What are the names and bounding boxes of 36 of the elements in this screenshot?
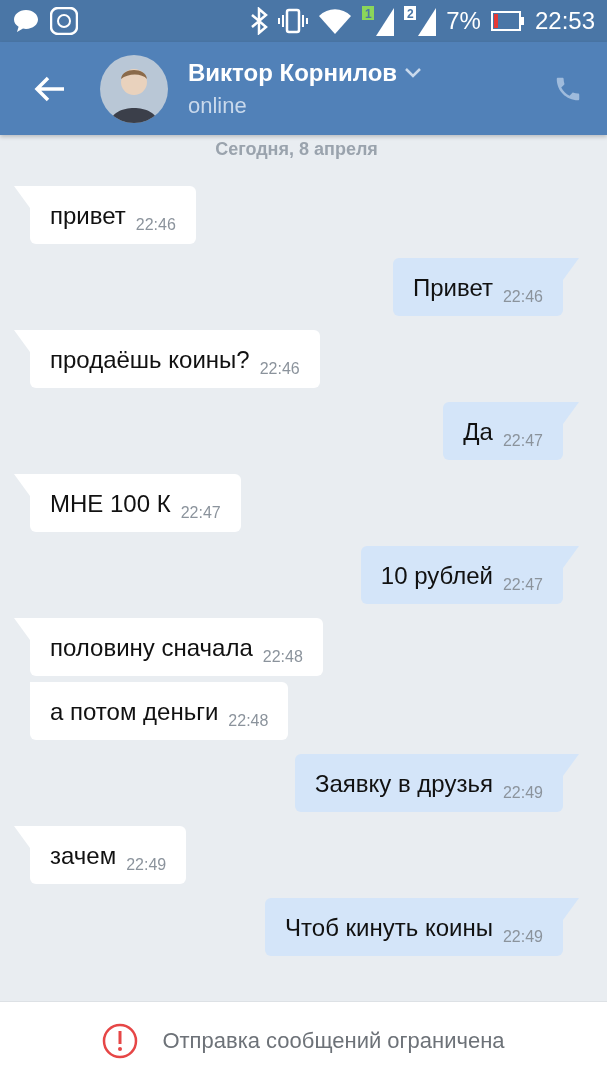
bluetooth-icon xyxy=(250,7,269,35)
warning-icon xyxy=(102,1023,139,1059)
message-text: половину сначала xyxy=(50,634,253,662)
chevron-down-icon xyxy=(405,67,422,78)
chat-icon xyxy=(12,8,40,34)
message-text: зачем xyxy=(50,842,117,870)
battery-percent: 7% xyxy=(446,7,481,35)
message-text: Да xyxy=(463,418,493,446)
message-time: 22:47 xyxy=(180,504,221,522)
message-time: 22:46 xyxy=(502,288,543,306)
message-time: 22:48 xyxy=(228,712,269,730)
message-text: а потом деньги xyxy=(50,698,219,726)
wifi-icon xyxy=(318,7,353,35)
clock-time: 22:53 xyxy=(534,7,595,35)
message-time: 22:49 xyxy=(126,856,167,874)
message-text: привет xyxy=(50,202,126,230)
message-time: 22:46 xyxy=(259,360,300,378)
message-text: Заявку в друзья xyxy=(314,770,493,798)
contact-name[interactable]: Виктор Корнилов xyxy=(188,58,549,87)
vibrate-icon xyxy=(278,7,309,35)
message-text: 10 рублей xyxy=(380,562,493,590)
message-time: 22:48 xyxy=(262,648,303,666)
message-text: Чтоб кинуть коины xyxy=(285,914,493,942)
battery-icon xyxy=(490,11,525,31)
message-text: продаёшь коины? xyxy=(50,346,250,374)
message-time: 22:49 xyxy=(502,784,543,802)
message-time: 22:47 xyxy=(502,576,543,594)
app-icon xyxy=(50,7,78,35)
contact-status: online xyxy=(188,92,248,119)
message-time: 22:49 xyxy=(502,928,543,946)
date-label: Сегодня, 8 апреля xyxy=(215,139,378,160)
message-time: 22:47 xyxy=(502,432,543,450)
message-text: МНЕ 100 К xyxy=(50,490,171,518)
message-time: 22:46 xyxy=(135,216,176,234)
message-text: Привет xyxy=(412,274,493,302)
restriction-notice: Отправка сообщений ограничена xyxy=(162,1028,505,1054)
